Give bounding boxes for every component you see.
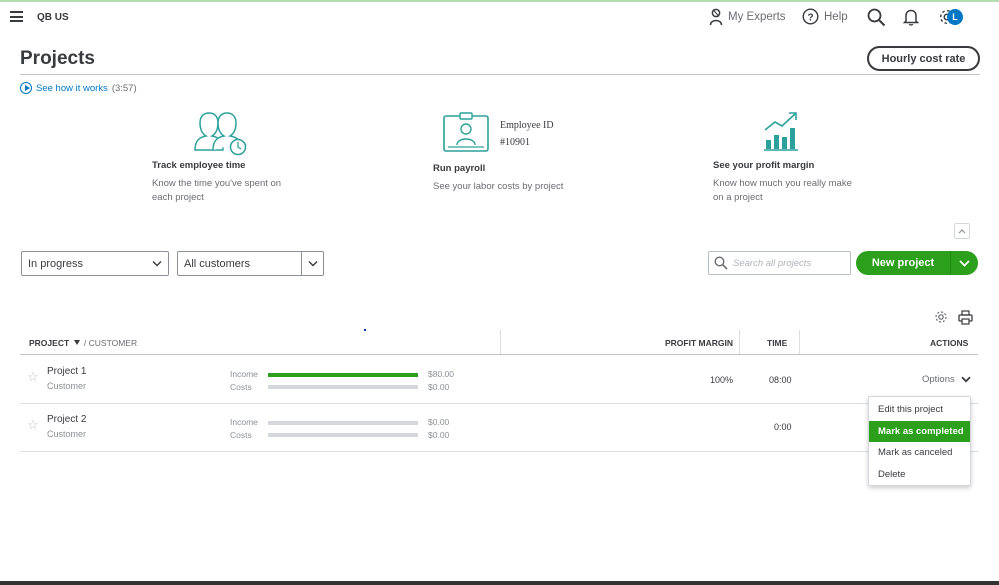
income-value: $80.00 [428,369,454,379]
search-icon [714,256,728,270]
chevron-down-icon [959,259,970,267]
project-search-box[interactable] [708,251,851,275]
time-value: 08:00 [769,375,792,385]
column-divider [799,330,800,354]
project-name-link[interactable]: Project 2 [47,414,86,425]
customer-filter-select[interactable]: All customers [177,251,324,276]
costs-bar [268,385,418,389]
chevron-up-icon [958,229,966,234]
options-button[interactable]: Options [922,374,971,385]
svg-text:?: ? [807,12,813,23]
costs-value: $0.00 [428,430,450,440]
help-button[interactable]: ? Help [802,8,848,25]
column-divider [739,330,740,354]
see-how-it-works-link[interactable]: See how it works (3:57) [20,82,137,94]
play-icon [20,82,32,94]
avatar[interactable]: L [947,9,963,25]
new-project-label[interactable]: New project [856,251,950,275]
income-bar-fill [268,373,418,377]
feature-title-profit: See your profit margin [713,160,815,171]
chevron-down-icon [146,252,168,275]
column-header-time[interactable]: TIME [767,338,787,348]
costs-label: Costs [230,430,252,440]
star-icon[interactable]: ☆ [27,369,39,385]
chevron-down-icon [301,252,323,275]
star-icon[interactable]: ☆ [27,417,39,433]
feature-desc-profit: Know how much you really make on a proje… [713,178,852,203]
menu-item-mark-completed[interactable]: Mark as completed [869,420,970,442]
search-input[interactable] [733,257,843,269]
page-title: Projects [20,48,95,69]
my-experts-button[interactable]: My Experts [709,8,786,26]
row-divider [20,451,978,452]
new-project-button[interactable]: New project [856,251,978,275]
print-icon[interactable] [958,310,973,325]
status-filter-value: In progress [28,257,84,270]
row-divider [20,403,978,404]
window-bottom-edge [0,581,999,585]
my-experts-label: My Experts [728,11,786,23]
income-bar [268,421,418,425]
feature-desc-track-time: Know the time you've spent on each proje… [152,178,282,203]
growth-chart-icon [764,112,798,151]
status-filter-select[interactable]: In progress [21,251,169,276]
menu-item-delete[interactable]: Delete [869,464,970,486]
search-icon[interactable] [866,7,886,27]
column-header-actions: ACTIONS [930,338,969,348]
employees-icon [194,112,247,156]
employee-id-number: #10901 [500,137,530,148]
new-project-dropdown[interactable] [950,251,978,275]
project-header-label: PROJECT [29,338,70,348]
project-customer: Customer [47,429,87,439]
project-name-link[interactable]: Project 1 [47,366,86,377]
column-divider [500,330,501,354]
time-value: 0:00 [774,422,792,432]
table-header-rule [20,354,978,355]
profit-margin-value: 100% [710,375,734,385]
feature-title-payroll: Run payroll [433,163,486,174]
help-label: Help [824,10,848,23]
customer-header-label: / CUSTOMER [83,338,138,348]
menu-item-edit[interactable]: Edit this project [869,399,970,421]
hourly-cost-rate-button[interactable]: Hourly cost rate [867,46,980,71]
costs-label: Costs [230,382,252,392]
column-header-profit-margin[interactable]: PROFIT MARGIN [665,338,733,348]
options-label: Options [922,374,955,385]
video-duration: (3:57) [111,82,137,94]
bell-icon[interactable] [901,7,921,27]
project-customer: Customer [47,381,87,391]
company-name: QB US [37,12,69,23]
feature-desc-payroll: See your labor costs by project [433,181,564,192]
id-badge-icon [443,112,489,152]
costs-bar [268,433,418,437]
column-header-project[interactable]: PROJECT / CUSTOMER [29,338,137,348]
sort-desc-icon [73,340,80,345]
chevron-down-icon [961,376,971,383]
divider [20,74,980,75]
menu-icon[interactable] [10,11,23,22]
costs-value: $0.00 [428,382,450,392]
menu-item-mark-canceled[interactable]: Mark as canceled [869,442,970,464]
person-icon [709,8,723,26]
see-how-label: See how it works [36,82,108,94]
table-settings-icon[interactable] [934,310,948,324]
collapse-button[interactable] [954,223,970,239]
income-label: Income [230,369,258,379]
help-icon: ? [802,8,819,25]
employee-id-label: Employee ID [500,120,554,131]
options-menu: Edit this project Mark as completed Mark… [868,396,971,486]
customer-filter-value: All customers [184,257,251,270]
top-header: QB US My Experts ? Help L [0,2,999,32]
income-value: $0.00 [428,417,450,427]
income-label: Income [230,417,258,427]
feature-title-track-time: Track employee time [152,160,246,171]
stray-dot [364,329,366,331]
income-bar [268,373,418,377]
